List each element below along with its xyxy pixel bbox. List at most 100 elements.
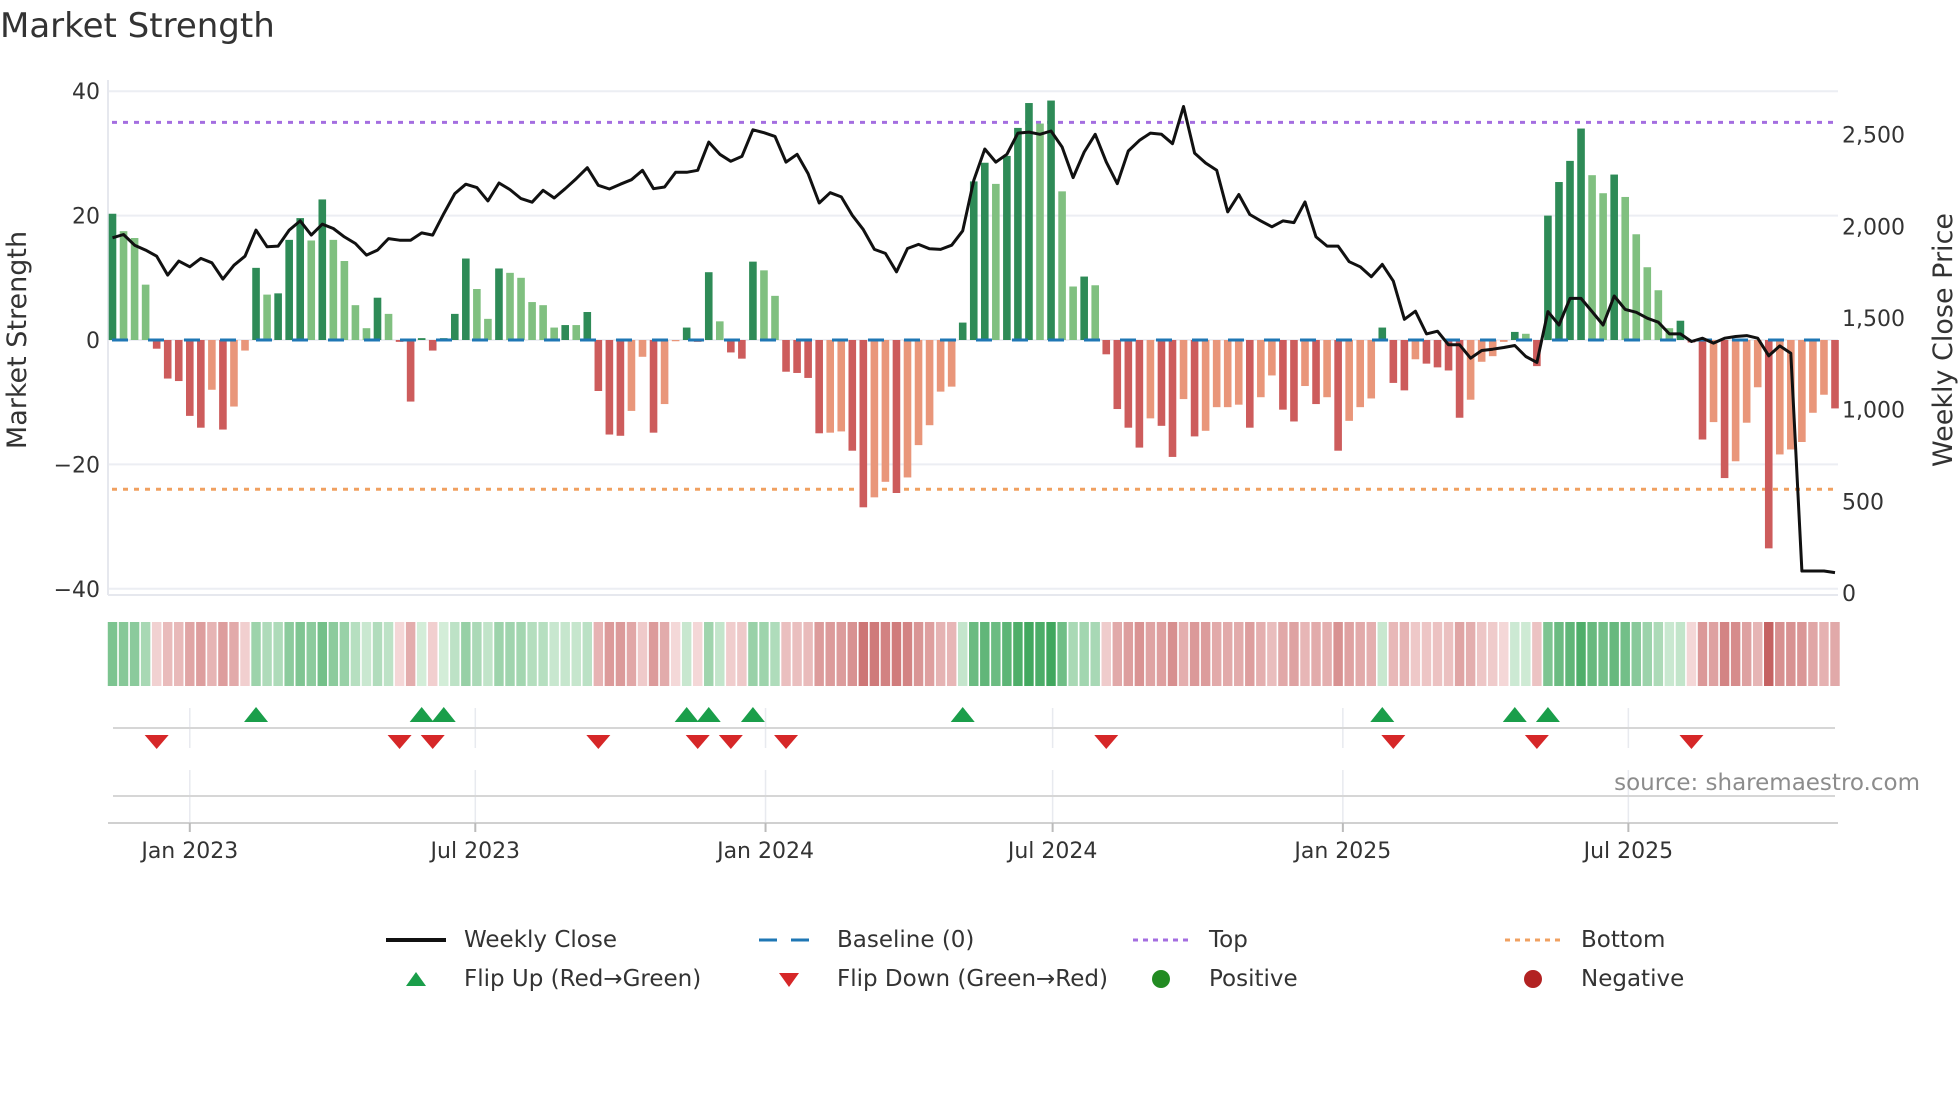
positive-strength-bar [1036, 123, 1044, 340]
legend-item: Baseline (0) [755, 922, 974, 958]
strength-bars [108, 100, 1839, 549]
heat-cell [394, 622, 405, 686]
heat-cell [1366, 622, 1376, 686]
positive-strength-bar [704, 272, 713, 340]
positive-strength-bar [561, 325, 570, 340]
heat-cell [372, 622, 383, 686]
positive-strength-bar [1080, 276, 1088, 340]
heat-cell [1432, 622, 1443, 686]
heat-cell [615, 622, 626, 686]
x-tick-label: Jan 2024 [715, 839, 814, 864]
negative-strength-bar [1422, 340, 1431, 364]
flip-down-marker [1679, 735, 1704, 749]
heat-cell [1576, 622, 1586, 686]
heat-cell [825, 622, 835, 686]
positive-strength-bar [274, 293, 282, 340]
positive-strength-bar [980, 162, 989, 340]
positive-strength-bar [969, 181, 978, 340]
heat-cell [847, 622, 858, 686]
flip-up-marker [409, 707, 434, 722]
positive-strength-bar [1003, 155, 1011, 340]
heat-cell [306, 622, 316, 686]
heat-cell [1664, 622, 1675, 686]
heat-cell [593, 622, 604, 686]
x-tick-label: Jul 2023 [429, 839, 521, 864]
flip-up-marker [1502, 707, 1527, 722]
negative-strength-bar [738, 340, 746, 359]
heat-cell [1598, 622, 1608, 686]
heat-cell [1609, 622, 1619, 686]
negative-strength-bar [671, 340, 680, 342]
heat-cell [770, 622, 780, 686]
heat-cell [439, 622, 449, 686]
flip-up-marker [674, 707, 699, 722]
heat-cell [1543, 622, 1553, 686]
negative-strength-bar [1113, 340, 1122, 410]
positive-strength-bar [528, 302, 536, 340]
heat-cell [196, 622, 206, 686]
negative-strength-bar [197, 340, 205, 428]
positive-strength-bar [108, 213, 117, 340]
heat-cell [1068, 622, 1078, 686]
legend: Weekly Close Baseline (0) Top Bottom Flip Up… [0, 920, 1960, 1010]
positive-strength-bar [450, 313, 459, 340]
heat-cell [185, 622, 195, 686]
heat-cell [1465, 622, 1476, 686]
y2-tick-label: 1,000 [1842, 399, 1905, 424]
axes: 40 20 0 −20 −40 2,500 2,000 1,500 1,000 500 0 Marke… [2, 80, 1959, 864]
heat-cell [957, 622, 968, 686]
heat-cell [129, 622, 140, 686]
heat-cell [1123, 622, 1134, 686]
positive-strength-bar [1643, 267, 1652, 340]
positive-strength-bar [682, 327, 691, 340]
negative-strength-bar [1135, 340, 1144, 448]
heat-cell [715, 622, 725, 686]
positive-strength-bar [484, 318, 492, 340]
heat-cell [781, 622, 791, 686]
positive-strength-bar [495, 268, 503, 340]
heat-cell [162, 622, 173, 686]
circle-icon [1499, 964, 1569, 994]
positive-strength-bar [550, 327, 558, 340]
positive-strength-bar [462, 258, 470, 340]
heat-cell [1675, 622, 1686, 686]
negative-strength-bar [1201, 340, 1210, 431]
positive-strength-bar [1577, 128, 1585, 340]
positive-strength-bar [384, 313, 393, 340]
heat-cell [1388, 622, 1399, 686]
flip-down-marker [1094, 735, 1119, 749]
negative-strength-bar [638, 340, 647, 357]
negative-strength-bar [219, 340, 227, 430]
positive-strength-bar [1654, 290, 1663, 340]
heat-cell [1631, 622, 1641, 686]
heat-cell [383, 622, 394, 686]
negative-strength-bar [1455, 340, 1464, 418]
heat-cell [1819, 622, 1829, 686]
legend-label: Weekly Close [464, 927, 617, 953]
heat-cell [240, 622, 250, 686]
negative-strength-bar [1312, 340, 1320, 405]
heat-cell [571, 622, 581, 686]
negative-strength-bar [815, 340, 823, 434]
flip-down-marker [685, 735, 710, 749]
positive-strength-bar [296, 218, 305, 340]
negative-strength-bar [727, 340, 735, 353]
negative-strength-bar [925, 340, 934, 426]
flip-up-marker [740, 707, 765, 722]
heat-cell [748, 622, 758, 686]
positive-strength-bar [285, 239, 293, 340]
heat-cell [1554, 622, 1564, 686]
negative-strength-bar [1234, 340, 1243, 405]
flip-down-marker [420, 735, 445, 749]
positive-strength-bar [141, 284, 150, 340]
heat-cell [218, 622, 228, 686]
legend-label: Flip Up (Red→Green) [464, 966, 702, 992]
positive-strength-bar [373, 297, 382, 340]
heat-cell [1399, 622, 1410, 686]
heat-cell [1057, 622, 1067, 686]
positive-strength-bar [1091, 285, 1100, 340]
negative-strength-bar [406, 340, 415, 402]
heat-cell [648, 622, 659, 686]
flip-down-marker [387, 735, 412, 749]
heat-cell [1311, 622, 1321, 686]
